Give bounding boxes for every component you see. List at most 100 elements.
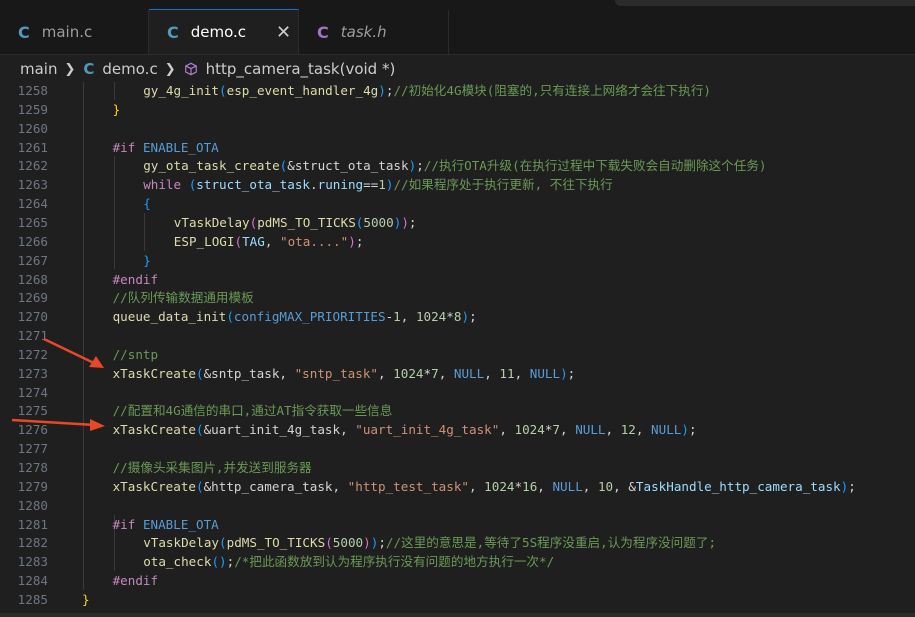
c-file-icon: C	[167, 22, 179, 42]
c-file-icon: C	[18, 22, 30, 42]
code-token: ENABLE_OTA	[142, 516, 219, 532]
code-token: 1	[393, 309, 401, 325]
code-token: )	[560, 365, 568, 381]
code-text: }	[143, 251, 151, 270]
code-line[interactable]: 1269 //队列传输数据通用模板	[0, 288, 915, 307]
code-token: //这里的意思是,等待了5S程序没重启,认为程序没问题了;	[385, 535, 717, 551]
code-token: xTaskCreate	[112, 422, 196, 438]
code-token: TAG	[242, 233, 265, 249]
tab-task-h[interactable]: C task.h	[299, 10, 449, 54]
code-line[interactable]: 1280	[0, 496, 915, 515]
code-line[interactable]: 1263 while (struct_ota_task.runing==1)//如…	[0, 175, 915, 194]
code-token: 5000	[363, 214, 394, 230]
code-token: ,	[499, 422, 515, 438]
code-token: "http_test_task"	[347, 478, 469, 494]
code-token: NULL	[552, 478, 583, 494]
code-token: NULL	[529, 365, 561, 381]
code-token: ;	[416, 158, 424, 174]
close-icon[interactable]: ✕	[276, 22, 291, 43]
c-file-icon: C	[83, 60, 95, 78]
code-token: ;	[408, 214, 417, 230]
code-editor[interactable]: 1258 gy_4g_init(esp_event_handler_4g);//初…	[0, 82, 915, 617]
code-line[interactable]: 1277	[0, 439, 915, 458]
code-token: }	[112, 101, 121, 117]
code-token: ,	[264, 233, 280, 249]
code-token: queue_data_init	[112, 309, 227, 325]
method-cube-icon	[184, 62, 197, 76]
editor-tab-bar: C main.c C demo.c ✕ C task.h	[0, 0, 915, 55]
code-line[interactable]: 1279 xTaskCreate(&http_camera_task, "http…	[0, 477, 915, 496]
code-token: ()	[211, 554, 227, 570]
code-text: while (struct_ota_task.runing==1)//如果程序处…	[143, 175, 613, 194]
code-token: 10	[597, 478, 614, 494]
code-line[interactable]: 1266 ESP_LOGI(TAG, "ota....");	[0, 232, 915, 251]
code-token: #endif	[112, 271, 159, 287]
line-number: 1269	[17, 290, 48, 306]
code-token: #if	[112, 139, 143, 155]
code-line[interactable]: 1285}	[0, 590, 915, 609]
code-token: NULL	[453, 365, 485, 381]
code-line[interactable]: 1268 #endif	[0, 270, 915, 289]
code-token: &http_camera_task	[203, 478, 333, 494]
line-number: 1285	[17, 591, 48, 607]
code-token: vTaskDelay	[173, 214, 250, 230]
code-token: gy_4g_init	[143, 83, 220, 98]
code-line[interactable]: 1261 #if ENABLE_OTA	[0, 138, 915, 157]
code-line[interactable]: 1283 ota_check();/*把此函数放到认为程序执行没有问题的地方执行一…	[0, 552, 915, 571]
code-token: )	[401, 214, 409, 230]
code-line[interactable]: 1260	[0, 119, 915, 138]
code-token: ,	[378, 365, 394, 381]
code-line[interactable]: 1273 xTaskCreate(&sntp_task, "sntp_task",…	[0, 364, 915, 383]
code-line[interactable]: 1282 vTaskDelay(pdMS_TO_TICKS(5000));//这里…	[0, 533, 915, 552]
line-number: 1264	[17, 196, 48, 212]
code-token: ;	[848, 478, 856, 494]
code-text: vTaskDelay(pdMS_TO_TICKS(5000));	[174, 213, 417, 232]
code-line[interactable]: 1270 queue_data_init(configMAX_PRIORITIES…	[0, 307, 915, 326]
code-text: vTaskDelay(pdMS_TO_TICKS(5000));//这里的意思是…	[143, 533, 716, 552]
code-line[interactable]: 1259}	[0, 100, 915, 119]
code-text: xTaskCreate(&uart_init_4g_task, "uart_in…	[113, 420, 697, 439]
code-token: 1	[378, 177, 386, 193]
line-number: 1262	[17, 158, 48, 174]
code-token: (	[196, 422, 204, 438]
code-token: ,	[340, 422, 356, 438]
code-token: "ota...."	[279, 233, 349, 249]
code-line[interactable]: 1271	[0, 326, 915, 345]
code-token: (	[234, 233, 243, 249]
horizontal-scrollbar[interactable]	[0, 613, 915, 617]
code-line[interactable]: 1276 xTaskCreate(&uart_init_4g_task, "uar…	[0, 420, 915, 439]
code-token: *	[514, 478, 523, 494]
tab-main-c[interactable]: C main.c	[0, 10, 149, 54]
breadcrumb-symbol[interactable]: http_camera_task(void *)	[206, 60, 396, 78]
line-number: 1263	[17, 177, 48, 193]
tab-demo-c[interactable]: C demo.c ✕	[149, 9, 299, 54]
code-line[interactable]: 1264 {	[0, 194, 915, 213]
code-line[interactable]: 1262 gy_ota_task_create(&struct_ota_task)…	[0, 156, 915, 175]
line-number: 1271	[17, 328, 48, 344]
code-line[interactable]: 1274	[0, 383, 915, 402]
code-text: //摄像头采集图片,并发送到服务器	[113, 458, 312, 477]
code-line[interactable]: 1272 //sntp	[0, 345, 915, 364]
code-token: "sntp_task"	[294, 365, 378, 381]
code-token: ,	[537, 478, 553, 494]
code-line[interactable]: 1275 //配置和4G通信的串口,通过AT指令获取一些信息	[0, 401, 915, 420]
code-line[interactable]: 1265 vTaskDelay(pdMS_TO_TICKS(5000));	[0, 213, 915, 232]
breadcrumb-file[interactable]: demo.c	[102, 60, 157, 78]
code-token: runing	[317, 177, 364, 193]
code-token: ENABLE_OTA	[142, 139, 219, 155]
code-line[interactable]: 1281 #if ENABLE_OTA	[0, 515, 915, 534]
code-token: TaskHandle_http_camera_task	[635, 478, 841, 494]
code-token: //摄像头采集图片,并发送到服务器	[112, 460, 312, 475]
code-line[interactable]: 1278 //摄像头采集图片,并发送到服务器	[0, 458, 915, 477]
code-line[interactable]: 1284 #endif	[0, 571, 915, 590]
code-token: )	[461, 309, 470, 325]
code-token: )	[681, 422, 689, 438]
code-line[interactable]: 1267}	[0, 251, 915, 270]
code-line[interactable]: 1258 gy_4g_init(esp_event_handler_4g);//初…	[0, 82, 915, 100]
code-token: pdMS_TO_TICKS	[257, 214, 356, 230]
code-token: ,	[582, 478, 598, 494]
code-token: ,	[613, 478, 629, 494]
breadcrumb-folder[interactable]: main	[20, 60, 57, 78]
line-number: 1272	[17, 346, 48, 362]
code-token: while	[143, 177, 189, 193]
